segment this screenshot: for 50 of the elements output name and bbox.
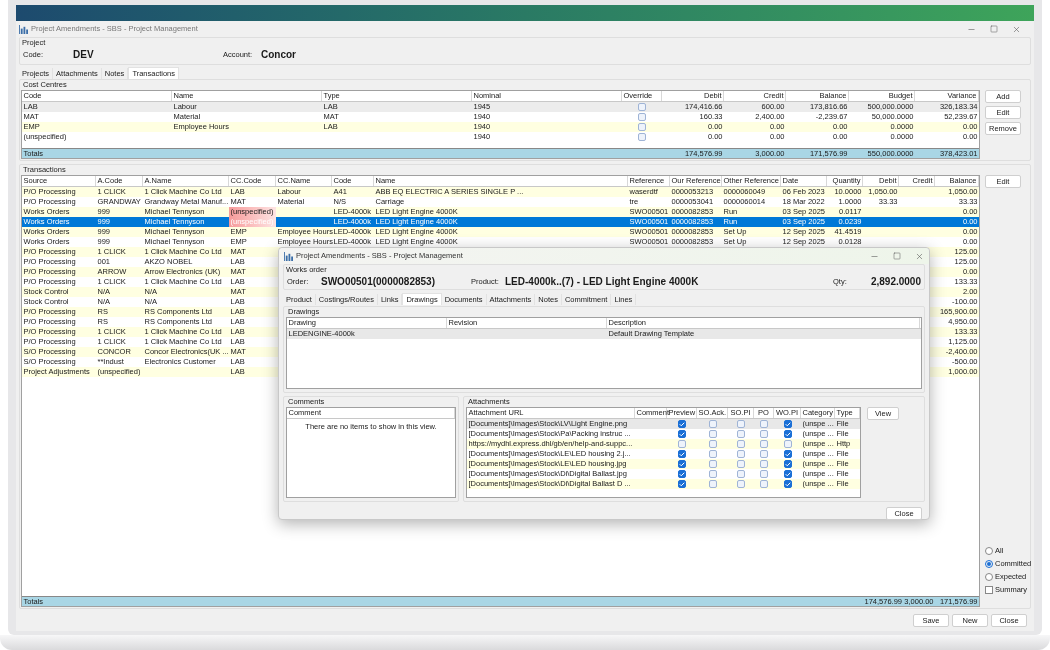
checkbox[interactable] (708, 460, 717, 468)
checkbox[interactable] (760, 450, 768, 458)
checkbox[interactable] (678, 430, 686, 438)
checkbox[interactable] (760, 460, 768, 468)
checkbox[interactable] (708, 450, 717, 458)
project-code: DEV (73, 48, 95, 62)
checkbox[interactable] (783, 470, 792, 478)
checkbox[interactable] (678, 450, 686, 458)
checkbox[interactable] (760, 430, 768, 438)
checkbox[interactable] (760, 480, 768, 488)
checkbox[interactable] (783, 430, 792, 438)
checkbox[interactable] (760, 470, 768, 478)
chart-icon (284, 251, 293, 261)
checkbox[interactable] (678, 480, 686, 488)
checkbox[interactable] (678, 470, 686, 478)
checkbox[interactable] (638, 113, 646, 121)
checkbox[interactable] (638, 133, 646, 141)
close-icon[interactable] (1012, 24, 1021, 34)
checkbox[interactable] (708, 420, 717, 428)
maximize-icon[interactable] (990, 25, 998, 33)
checkbox[interactable] (760, 420, 768, 428)
checkbox[interactable] (678, 440, 686, 448)
checkbox[interactable] (783, 460, 792, 468)
close-icon[interactable] (915, 251, 924, 261)
checkbox[interactable] (737, 450, 745, 458)
checkbox[interactable] (708, 480, 717, 488)
product-name: LED-4000k..(7) - LED Light Engine 4000K (505, 275, 700, 288)
checkbox[interactable] (708, 430, 717, 438)
chart-icon (19, 24, 28, 34)
checkbox[interactable] (678, 460, 686, 468)
checkbox[interactable] (638, 103, 646, 111)
checkbox[interactable] (783, 420, 792, 428)
checkbox[interactable] (678, 420, 686, 428)
checkbox[interactable] (783, 440, 792, 448)
checkbox[interactable] (737, 440, 745, 448)
maximize-icon[interactable] (893, 252, 901, 260)
checkbox[interactable] (708, 470, 717, 478)
checkbox[interactable] (638, 123, 646, 131)
checkbox[interactable] (737, 480, 745, 488)
checkbox[interactable] (783, 450, 792, 458)
account-name: Concor (261, 48, 296, 62)
checkbox[interactable] (708, 440, 717, 448)
checkbox[interactable] (737, 420, 745, 428)
checkbox[interactable] (737, 470, 745, 478)
checkbox[interactable] (737, 460, 745, 468)
checkbox[interactable] (760, 440, 768, 448)
checkbox[interactable] (783, 480, 792, 488)
order-number: SWO00501(0000082853) (321, 275, 436, 288)
quantity-value: 2,892.0000 (869, 275, 921, 288)
checkbox[interactable] (737, 430, 745, 438)
